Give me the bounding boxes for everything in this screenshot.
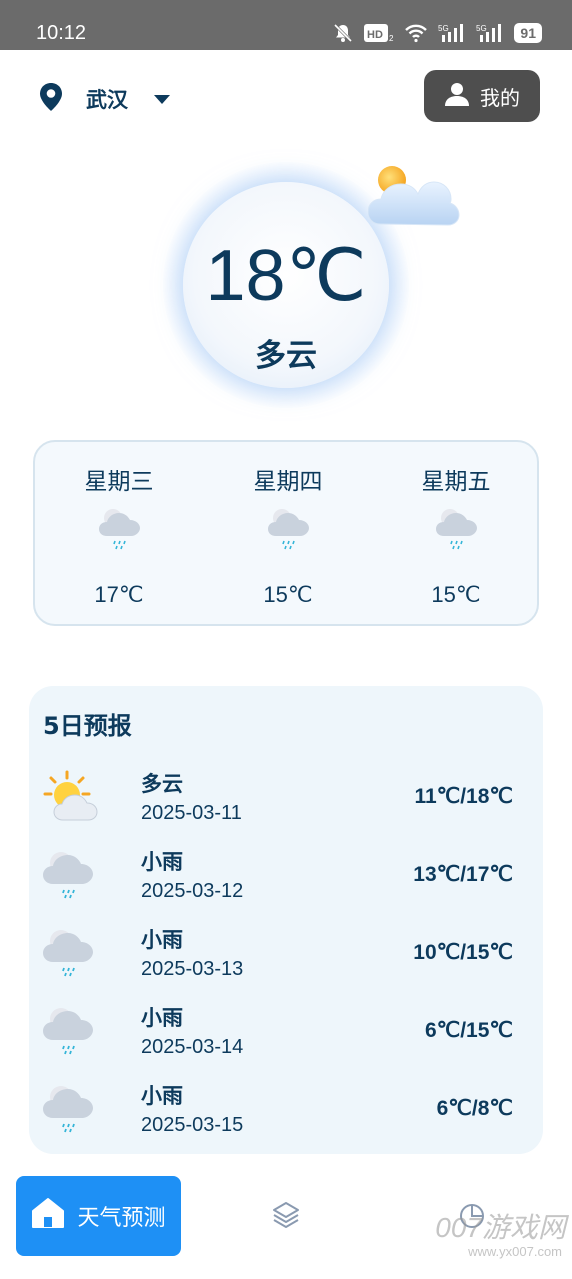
- light-rain-icon: [434, 504, 480, 554]
- forecast-condition: 小雨: [141, 850, 183, 874]
- forecast-date: 2025-03-14: [141, 1036, 244, 1058]
- location-selector[interactable]: 武汉: [38, 82, 170, 116]
- current-temperature: 18℃: [205, 236, 367, 316]
- chevron-down-icon: [154, 94, 170, 104]
- five-day-forecast-card: 5日预报 多云 2025-03-11 11℃/18℃ 小雨 2025-03-12…: [29, 686, 543, 1154]
- light-rain-icon: [41, 1002, 97, 1062]
- forecast-row[interactable]: 小雨 2025-03-15 6℃/8℃: [29, 1076, 543, 1148]
- status-time: 10:12: [36, 22, 87, 44]
- mine-label: 我的: [480, 85, 520, 110]
- light-rain-icon: [41, 924, 97, 984]
- forecast-date: 2025-03-15: [141, 1114, 244, 1136]
- location-pin-icon: [38, 82, 64, 116]
- wifi-icon: [404, 22, 428, 44]
- light-rain-icon: [41, 1080, 97, 1140]
- forecast-date: 2025-03-13: [141, 958, 244, 980]
- forecast-range: 10℃/15℃: [413, 941, 513, 964]
- forecast-range: 11℃/18℃: [414, 785, 513, 808]
- forecast-condition: 小雨: [141, 1006, 183, 1030]
- svg-text:2: 2: [389, 34, 394, 43]
- status-bar: 10:12 HD 2 5G 5G 91: [0, 0, 572, 50]
- forecast-row[interactable]: 小雨 2025-03-14 6℃/15℃: [29, 998, 543, 1070]
- watermark: 007游戏网: [435, 1212, 566, 1243]
- bell-off-icon: [332, 22, 354, 44]
- watermark-url: www.yx007.com: [468, 1244, 562, 1259]
- forecast-condition: 小雨: [141, 1084, 183, 1108]
- forecast-range: 6℃/15℃: [424, 1019, 513, 1042]
- forecast-date: 2025-03-11: [141, 802, 242, 824]
- day-temperature: 15℃: [431, 582, 481, 607]
- light-rain-icon: [41, 846, 97, 906]
- light-rain-icon: [97, 504, 143, 554]
- battery-icon: 91: [514, 23, 542, 43]
- location-name: 武汉: [86, 88, 128, 112]
- day-name: 星期五: [421, 469, 491, 495]
- day-name: 星期四: [253, 469, 323, 495]
- hd-icon: HD 2: [364, 22, 394, 44]
- forecast-row[interactable]: 小雨 2025-03-13 10℃/15℃: [29, 920, 543, 992]
- svg-text:5G: 5G: [476, 24, 487, 33]
- current-condition: 多云: [255, 338, 317, 374]
- forecast-condition: 小雨: [141, 928, 183, 952]
- nav-weather-forecast-tab[interactable]: 天气预测: [16, 1176, 181, 1256]
- forecast-range: 6℃/8℃: [436, 1097, 513, 1120]
- three-day-card: 星期三 17℃ 星期四 15℃ 星期五 15℃: [33, 440, 539, 626]
- forecast-row[interactable]: 多云 2025-03-11 11℃/18℃: [29, 764, 543, 836]
- forecast-range: 13℃/17℃: [413, 863, 513, 886]
- forecast-date: 2025-03-12: [141, 880, 244, 902]
- svg-text:5G: 5G: [438, 24, 449, 33]
- day-name: 星期三: [84, 469, 154, 495]
- signal-5g-icon: 5G: [438, 22, 466, 44]
- forecast-row[interactable]: 小雨 2025-03-12 13℃/17℃: [29, 842, 543, 914]
- status-icons: HD 2 5G 5G 91: [332, 22, 542, 44]
- light-rain-icon: [266, 504, 312, 554]
- day-temperature: 15℃: [263, 582, 313, 607]
- layers-icon[interactable]: [272, 1200, 300, 1234]
- forecast-title: 5日预报: [43, 712, 132, 740]
- svg-text:HD: HD: [367, 29, 383, 41]
- user-icon: [444, 81, 470, 112]
- forecast-condition: 多云: [141, 772, 183, 796]
- home-icon: [31, 1197, 65, 1235]
- signal-5g-icon: 5G: [476, 22, 504, 44]
- mine-button[interactable]: 我的: [424, 70, 540, 122]
- partly-cloudy-icon: [367, 156, 464, 238]
- sun-cloud-icon: [41, 768, 101, 832]
- day-temperature: 17℃: [94, 582, 144, 607]
- nav-home-label: 天气预测: [77, 1206, 166, 1231]
